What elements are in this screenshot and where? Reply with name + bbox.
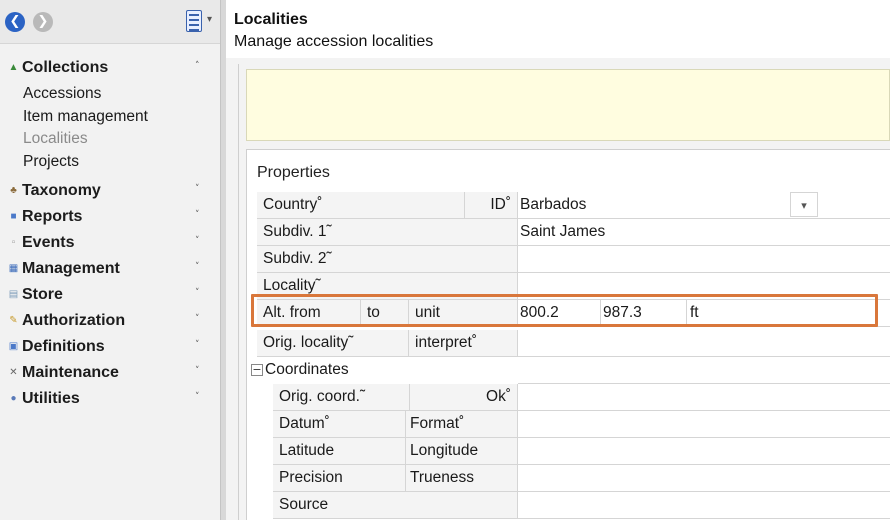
chevron-down-icon[interactable]: ▾ xyxy=(207,14,212,25)
interpret-label: interpret˚ xyxy=(409,330,518,357)
precision-field[interactable] xyxy=(518,465,890,492)
store-icon: ▤ xyxy=(8,289,19,300)
sidebar-section-label: Maintenance xyxy=(22,364,119,381)
sidebar-section-management[interactable]: ▦ Management ˅ xyxy=(0,257,220,281)
properties-header: Properties xyxy=(257,164,330,181)
definitions-icon: ▣ xyxy=(8,341,19,352)
sidebar-section-label: Taxonomy xyxy=(22,182,101,199)
sidebar-section-label: Definitions xyxy=(22,338,105,355)
latitude-label: Latitude xyxy=(273,438,406,465)
back-arrow-icon[interactable]: ❮ xyxy=(5,12,25,32)
forward-arrow-icon[interactable]: ❯ xyxy=(33,12,53,32)
ok-label: Ok˚ xyxy=(410,384,518,411)
collapse-icon[interactable]: − xyxy=(251,364,263,376)
precision-label: Precision xyxy=(273,465,406,492)
longitude-label: Longitude xyxy=(406,438,518,465)
orig-coord-field[interactable] xyxy=(518,384,890,411)
sidebar-section-store[interactable]: ▤ Store ˅ xyxy=(0,283,220,307)
country-label: Country˚ xyxy=(257,192,465,219)
locality-label: Locality˜ xyxy=(257,273,518,300)
alt-from-label: Alt. from xyxy=(257,300,361,327)
sidebar-item-item-management[interactable]: Item management xyxy=(23,108,148,126)
subdiv2-label: Subdiv. 2˜ xyxy=(257,246,518,273)
chevron-down-icon[interactable]: ˅ xyxy=(195,366,200,376)
sidebar-section-label: Utilities xyxy=(22,390,80,407)
sidebar-section-authorization[interactable]: ✎ Authorization ˅ xyxy=(0,309,220,333)
datum-field[interactable] xyxy=(518,411,890,438)
latitude-field[interactable] xyxy=(518,438,890,465)
alt-to-label: to xyxy=(361,300,409,327)
orig-coord-label: Orig. coord.˜ xyxy=(273,384,410,411)
datum-label: Datum˚ xyxy=(273,411,406,438)
document-icon[interactable] xyxy=(186,10,202,32)
country-select[interactable]: Barbados ▾ xyxy=(518,192,890,219)
management-icon: ▦ xyxy=(8,263,19,274)
alt-from-field[interactable]: 800.2 xyxy=(518,300,601,327)
id-label: ID˚ xyxy=(465,192,518,219)
sidebar-section-label: Events xyxy=(22,234,75,251)
utilities-icon: ● xyxy=(10,393,17,404)
page-subtitle: Manage accession localities xyxy=(234,33,434,50)
events-icon: ▫ xyxy=(11,237,16,248)
orig-locality-label: Orig. locality˜ xyxy=(257,330,409,357)
alt-to-field[interactable]: 987.3 xyxy=(601,300,687,327)
coordinates-group-label: Coordinates xyxy=(265,361,349,378)
sidebar: ❮ ❯ ▾ ▲ Collections ˄ Accessions Item ma… xyxy=(0,0,220,520)
subdiv2-field[interactable] xyxy=(518,246,890,273)
divider xyxy=(238,64,239,520)
sidebar-section-label: Collections xyxy=(22,59,109,76)
chevron-down-icon[interactable]: ˅ xyxy=(195,288,200,298)
sidebar-section-utilities[interactable]: ● Utilities ˅ xyxy=(0,387,220,411)
chevron-down-icon[interactable]: ˅ xyxy=(195,392,200,402)
chevron-down-icon[interactable]: ˅ xyxy=(195,262,200,272)
sidebar-item-accessions[interactable]: Accessions xyxy=(23,85,101,103)
subdiv1-label: Subdiv. 1˜ xyxy=(257,219,518,246)
sidebar-section-label: Management xyxy=(22,260,120,277)
chevron-down-icon[interactable]: ˅ xyxy=(195,340,200,350)
page-header: Localities Manage accession localities xyxy=(226,0,890,58)
chevron-down-icon[interactable]: ˅ xyxy=(195,184,200,194)
sidebar-section-reports[interactable]: ■ Reports ˅ xyxy=(0,205,220,229)
sidebar-section-definitions[interactable]: ▣ Definitions ˅ xyxy=(0,335,220,359)
subdiv1-field[interactable]: Saint James xyxy=(518,219,890,246)
trueness-label: Trueness xyxy=(406,465,518,492)
alt-unit-field[interactable]: ft xyxy=(687,300,890,327)
chevron-down-icon[interactable]: ˅ xyxy=(195,236,200,246)
page-title: Localities xyxy=(234,11,308,28)
sidebar-section-taxonomy[interactable]: ♣ Taxonomy ˅ xyxy=(0,179,220,203)
alt-unit-label: unit xyxy=(409,300,518,327)
country-value: Barbados xyxy=(520,196,587,213)
sidebar-section-collections[interactable]: ▲ Collections ˄ xyxy=(0,56,220,80)
sidebar-section-label: Store xyxy=(22,286,63,303)
format-label: Format˚ xyxy=(406,411,518,438)
sidebar-section-events[interactable]: ▫ Events ˅ xyxy=(0,231,220,255)
source-field[interactable] xyxy=(518,492,890,519)
content-pane: Properties Country˚ ID˚ Barbados ▾ Subdi… xyxy=(226,58,890,520)
collections-icon: ▲ xyxy=(8,62,19,73)
chevron-down-icon[interactable]: ˅ xyxy=(195,210,200,220)
sidebar-item-projects[interactable]: Projects xyxy=(23,153,79,171)
maintenance-icon: ✕ xyxy=(9,367,18,378)
orig-locality-field[interactable] xyxy=(518,330,890,357)
notes-area[interactable] xyxy=(246,69,890,141)
sidebar-section-label: Reports xyxy=(22,208,83,225)
sidebar-item-localities[interactable]: Localities xyxy=(23,130,88,148)
coordinates-row-field xyxy=(518,357,890,384)
sidebar-section-label: Authorization xyxy=(22,312,126,329)
locality-field[interactable] xyxy=(518,273,890,300)
chevron-up-icon[interactable]: ˄ xyxy=(195,61,200,71)
authorization-icon: ✎ xyxy=(9,315,18,326)
taxonomy-icon: ♣ xyxy=(10,185,17,196)
source-label: Source xyxy=(273,492,518,519)
chevron-down-icon[interactable]: ▾ xyxy=(790,192,818,217)
sidebar-section-maintenance[interactable]: ✕ Maintenance ˅ xyxy=(0,361,220,385)
properties-grid: Properties Country˚ ID˚ Barbados ▾ Subdi… xyxy=(246,149,890,520)
chevron-down-icon[interactable]: ˅ xyxy=(195,314,200,324)
nav-toolbar: ❮ ❯ ▾ xyxy=(0,0,220,44)
reports-icon: ■ xyxy=(10,211,17,222)
